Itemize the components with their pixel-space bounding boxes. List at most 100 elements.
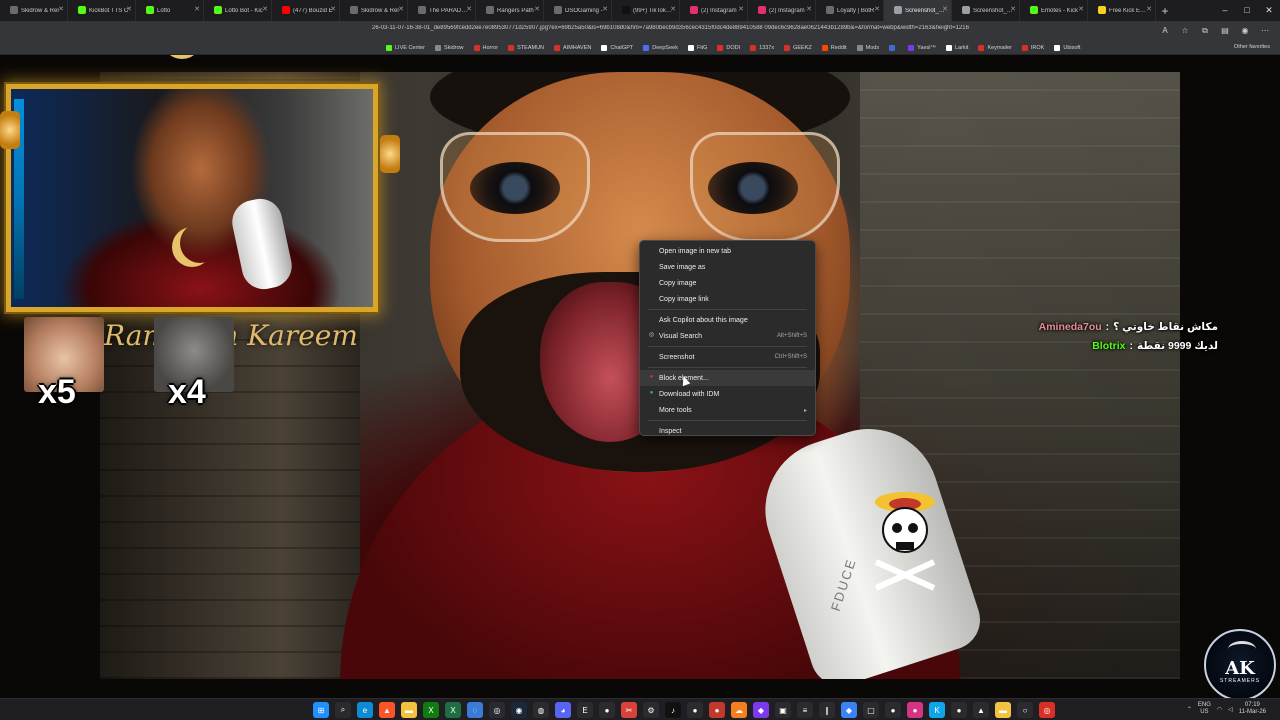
close-tab-icon[interactable]: ✕	[874, 5, 880, 13]
browser-tab[interactable]: Lotto Bot - Kic ✕	[204, 0, 272, 21]
maximize-button[interactable]: □	[1236, 0, 1258, 21]
app-icon[interactable]: ◆	[753, 702, 769, 718]
discord-icon[interactable]: ◕	[555, 702, 571, 718]
browser-tab[interactable]: Rangers Path ✕	[476, 0, 544, 21]
app-icon[interactable]: K	[929, 702, 945, 718]
browser-tab[interactable]: (477) Bouzid E ✕	[272, 0, 340, 21]
close-tab-icon[interactable]: ✕	[194, 5, 200, 13]
read-aloud-icon[interactable]: A	[1158, 24, 1172, 37]
menu-item[interactable]: Ask Copilot about this image	[640, 312, 815, 328]
steam-icon[interactable]: ◉	[511, 702, 527, 718]
close-tab-icon[interactable]: ✕	[942, 5, 948, 13]
close-tab-icon[interactable]: ✕	[738, 5, 744, 13]
globe-icon[interactable]: ◌	[467, 702, 483, 718]
browser-tab[interactable]: (2) Instagram ✕	[680, 0, 748, 21]
chart-icon[interactable]: ≡	[797, 702, 813, 718]
bookmark-item[interactable]: Reddit	[821, 44, 847, 51]
browser-tab[interactable]: DSOGaming - ✕	[544, 0, 612, 21]
browser-tab[interactable]: Screenshot_20 ✕	[884, 0, 952, 21]
cloud-icon[interactable]: ☁	[731, 702, 747, 718]
bookmark-item[interactable]	[889, 44, 898, 51]
profile-icon[interactable]: ◉	[1238, 24, 1252, 37]
menu-item[interactable]: Open image in new tab	[640, 243, 815, 259]
bookmark-item[interactable]: AIMHAVEN	[554, 44, 591, 51]
xbox-icon[interactable]: X	[423, 702, 439, 718]
file-explorer-icon[interactable]: ▬	[401, 702, 417, 718]
clock[interactable]: 07:19 11-Mar-26	[1239, 702, 1266, 716]
bookmark-item[interactable]: FitG	[687, 44, 707, 51]
wifi-icon[interactable]: ◠	[1217, 706, 1222, 713]
browser-tab[interactable]: Free Kick Emot ✕	[1088, 0, 1156, 21]
menu-item[interactable]: More tools ▸	[640, 402, 815, 418]
close-tab-icon[interactable]: ✕	[1078, 5, 1084, 13]
close-tab-icon[interactable]: ✕	[330, 5, 336, 13]
app-icon[interactable]: ▢	[863, 702, 879, 718]
close-tab-icon[interactable]: ✕	[466, 5, 472, 13]
bookmark-item[interactable]: STEAMUN	[508, 44, 544, 51]
browser-tab[interactable]: (99+) TikTok - N ✕	[612, 0, 680, 21]
app-icon[interactable]: ▣	[775, 702, 791, 718]
brave-browser-icon[interactable]: ▲	[379, 702, 395, 718]
menu-item[interactable]: ● Block element...	[640, 370, 815, 386]
browser-tab[interactable]: The PARADOX ✕	[408, 0, 476, 21]
app-icon[interactable]: ●	[885, 702, 901, 718]
new-tab-button[interactable]: +	[1156, 4, 1174, 18]
chatgpt-icon[interactable]: ◎	[489, 702, 505, 718]
bookmark-item[interactable]: DODI	[717, 44, 740, 51]
settings-icon[interactable]: ⚙	[643, 702, 659, 718]
menu-item[interactable]: ● Download with IDM	[640, 386, 815, 402]
url-field[interactable]: 26-03-11-07-16-38-01_de89569fcedd2ee7e08…	[372, 25, 1132, 31]
app-icon[interactable]: ▲	[973, 702, 989, 718]
browser-tab[interactable]: Skidrow & Rel ✕	[0, 0, 68, 21]
bookmark-item[interactable]: GEEKZ	[784, 44, 812, 51]
app-icon[interactable]: ◎	[1039, 702, 1055, 718]
other-favorites[interactable]: Other favorites	[1234, 44, 1270, 50]
browser-tab[interactable]: Lotto ✕	[136, 0, 204, 21]
chevron-up-icon[interactable]: ⌃	[1187, 706, 1192, 713]
bookmark-item[interactable]: Ubisoft	[1054, 44, 1080, 51]
browser-tab[interactable]: Emotes - Kick ✕	[1020, 0, 1088, 21]
bookmark-item[interactable]: 1337x	[750, 44, 774, 51]
bookmark-item[interactable]: Horror	[473, 44, 498, 51]
app-icon[interactable]: ◆	[841, 702, 857, 718]
bookmark-item[interactable]: DeepSeek	[643, 44, 678, 51]
browser-tab[interactable]: Loyalty | BotR ✕	[816, 0, 884, 21]
menu-item[interactable]: Inspect	[640, 423, 815, 439]
menu-item[interactable]: Copy image link	[640, 291, 815, 307]
close-tab-icon[interactable]: ✕	[126, 5, 132, 13]
obs-icon[interactable]: ●	[687, 702, 703, 718]
bookmark-item[interactable]: Yaesl™	[908, 44, 936, 51]
app-icon[interactable]: ●	[951, 702, 967, 718]
favorite-star-icon[interactable]: ☆	[1178, 24, 1192, 37]
chrome-icon[interactable]: ●	[599, 702, 615, 718]
menu-item[interactable]: Copy image	[640, 275, 815, 291]
menu-item[interactable]: Screenshot Ctrl+Shift+S	[640, 349, 815, 365]
edge-browser-icon[interactable]: e	[357, 702, 373, 718]
epic-games-icon[interactable]: E	[577, 702, 593, 718]
tiktok-icon[interactable]: ♪	[665, 702, 681, 718]
app-icon[interactable]: ∥	[819, 702, 835, 718]
close-window-button[interactable]: ✕	[1258, 0, 1280, 21]
collections-icon[interactable]: ▤	[1218, 24, 1232, 37]
close-tab-icon[interactable]: ✕	[398, 5, 404, 13]
extensions-icon[interactable]: ⧉	[1198, 24, 1212, 37]
bookmark-item[interactable]: Larkit	[945, 44, 968, 51]
close-tab-icon[interactable]: ✕	[58, 5, 64, 13]
excel-icon[interactable]: X	[445, 702, 461, 718]
record-icon[interactable]: ●	[709, 702, 725, 718]
close-tab-icon[interactable]: ✕	[1010, 5, 1016, 13]
menu-item[interactable]: ◎ Visual Search Alt+Shift+S	[640, 328, 815, 344]
browser-tab[interactable]: (2) Instagram ✕	[748, 0, 816, 21]
bookmark-item[interactable]: Keymailer	[978, 44, 1012, 51]
search-icon[interactable]: ⌕	[335, 702, 351, 718]
windows-start-icon[interactable]: ⊞	[313, 702, 329, 718]
close-tab-icon[interactable]: ✕	[262, 5, 268, 13]
bookmark-item[interactable]: Mods	[856, 44, 879, 51]
volume-icon[interactable]: ◁	[1228, 706, 1233, 713]
close-tab-icon[interactable]: ✕	[534, 5, 540, 13]
ubisoft-icon[interactable]: ◍	[533, 702, 549, 718]
more-menu-icon[interactable]: ⋯	[1258, 24, 1272, 37]
close-tab-icon[interactable]: ✕	[602, 5, 608, 13]
minimize-button[interactable]: –	[1214, 0, 1236, 21]
close-tab-icon[interactable]: ✕	[806, 5, 812, 13]
